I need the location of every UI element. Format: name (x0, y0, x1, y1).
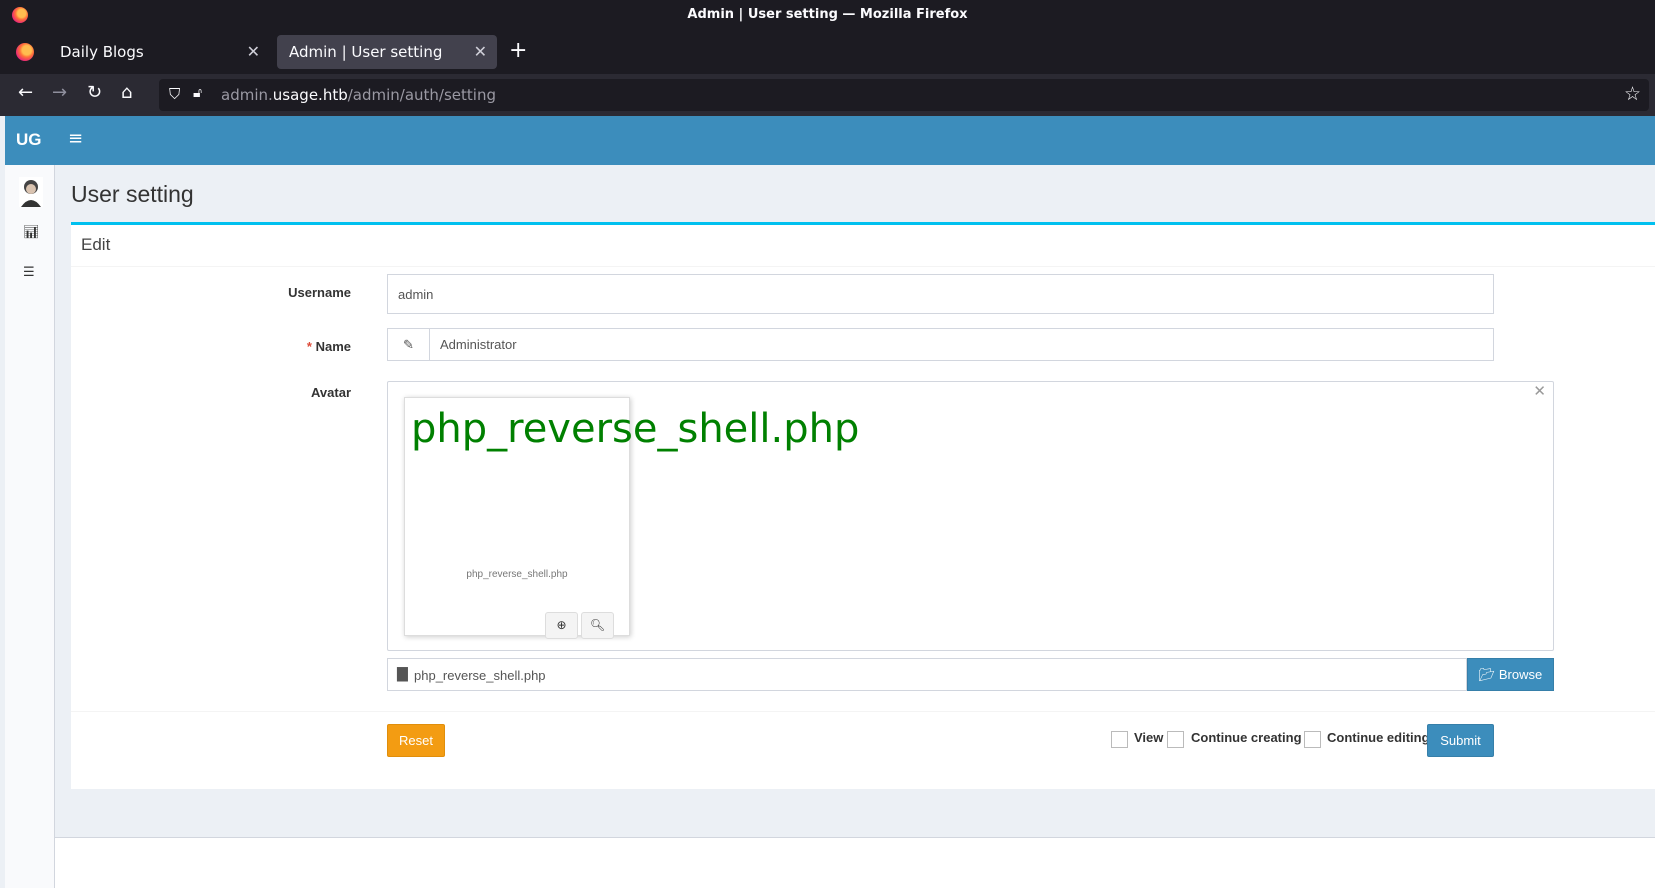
logo[interactable]: UG (16, 130, 42, 150)
dashboard-chart-icon[interactable]: 📊︎ (23, 225, 40, 240)
admin-app: UG ≡ 📊︎ ☰ User setting Edit Username adm… (0, 116, 1655, 888)
zoom-icon[interactable]: 🔍︎ (581, 612, 614, 639)
submit-button[interactable]: Submit (1427, 724, 1494, 757)
box-title: Edit (81, 235, 111, 254)
content-wrapper: User setting Edit Username admin * Name … (55, 165, 1655, 888)
required-mark: * (306, 339, 312, 354)
file-name-input[interactable]: ▇ php_reverse_shell.php (387, 658, 1467, 691)
tab-daily-blogs[interactable]: Daily Blogs ✕ (48, 35, 270, 69)
edit-box: Edit Username admin * Name ✎ Administrat… (71, 222, 1655, 789)
close-tab-icon[interactable]: ✕ (474, 42, 487, 61)
file-name: php_reverse_shell.php (414, 668, 546, 683)
tab-label: Daily Blogs (60, 43, 144, 61)
sidebar-toggle-icon[interactable]: ≡ (68, 128, 83, 149)
close-preview-icon[interactable]: ✕ (1533, 382, 1546, 400)
back-arrow-icon[interactable]: ← (18, 82, 33, 103)
continue-creating-label[interactable]: Continue creating (1191, 730, 1302, 745)
name-label: * Name (306, 339, 351, 354)
page-footer (55, 837, 1655, 888)
bookmark-star-icon[interactable]: ☆ (1624, 83, 1641, 105)
page-title: User setting (71, 181, 194, 207)
view-checkbox-label[interactable]: View (1134, 730, 1163, 745)
name-field[interactable]: ✎ Administrator (387, 328, 1494, 361)
tab-label: Admin | User setting (289, 43, 443, 61)
sidebar: 📊︎ ☰ (5, 165, 55, 888)
file-caption: php_reverse_shell.php (466, 569, 568, 580)
name-input[interactable]: Administrator (440, 337, 517, 352)
download-icon[interactable]: ⊕ (545, 612, 578, 639)
pencil-icon: ✎ (388, 329, 430, 360)
url-text[interactable]: admin.usage.htb/admin/auth/setting (221, 86, 496, 104)
window-title: Admin | User setting — Mozilla Firefox (687, 7, 968, 22)
continue-creating-checkbox[interactable] (1167, 731, 1184, 748)
user-avatar[interactable] (19, 177, 43, 207)
folder-open-icon: 📂︎ (1478, 667, 1496, 682)
continue-editing-label[interactable]: Continue editing (1327, 730, 1430, 745)
firefox-menu-icon[interactable] (16, 43, 34, 61)
home-icon[interactable]: ⌂ (121, 82, 132, 103)
file-thumbnail: php_reverse_shell.php php_reverse_shell.… (404, 397, 859, 639)
insecure-lock-icon[interactable]: 🔓︎ (193, 85, 202, 101)
shield-icon[interactable]: ⛉ (169, 85, 180, 103)
url-bar[interactable]: ⛉ 🔓︎ admin.usage.htb/admin/auth/setting … (159, 79, 1649, 111)
preview-text: php_reverse_shell.php (411, 406, 860, 452)
close-tab-icon[interactable]: ✕ (247, 42, 260, 61)
continue-editing-checkbox[interactable] (1304, 731, 1321, 748)
box-footer: Reset View Continue creating Continue ed… (71, 711, 1655, 791)
reload-icon[interactable]: ↻ (87, 82, 102, 103)
tab-user-setting[interactable]: Admin | User setting ✕ (277, 35, 497, 69)
view-checkbox[interactable] (1111, 731, 1128, 748)
menu-list-icon[interactable]: ☰ (23, 265, 35, 280)
username-label: Username (288, 285, 351, 300)
forward-arrow-icon[interactable]: → (52, 82, 67, 103)
username-input[interactable]: admin (387, 274, 1494, 314)
box-header: Edit (71, 225, 1655, 267)
main-header: UG ≡ (5, 116, 1655, 165)
reset-button[interactable]: Reset (387, 724, 445, 757)
browse-button[interactable]: 📂︎ Browse (1467, 658, 1554, 691)
avatar-label: Avatar (311, 385, 351, 400)
window-titlebar: Admin | User setting — Mozilla Firefox (0, 0, 1655, 30)
navigation-bar: ← → ↻ ⌂ ⛉ 🔓︎ admin.usage.htb/admin/auth/… (0, 74, 1655, 116)
new-tab-button[interactable]: + (509, 38, 527, 63)
tab-bar: Daily Blogs ✕ Admin | User setting ✕ + (0, 30, 1655, 74)
file-preview-box: ✕ php_reverse_shell.php php_reverse_shel… (387, 381, 1554, 651)
file-icon: ▇ (397, 666, 408, 682)
